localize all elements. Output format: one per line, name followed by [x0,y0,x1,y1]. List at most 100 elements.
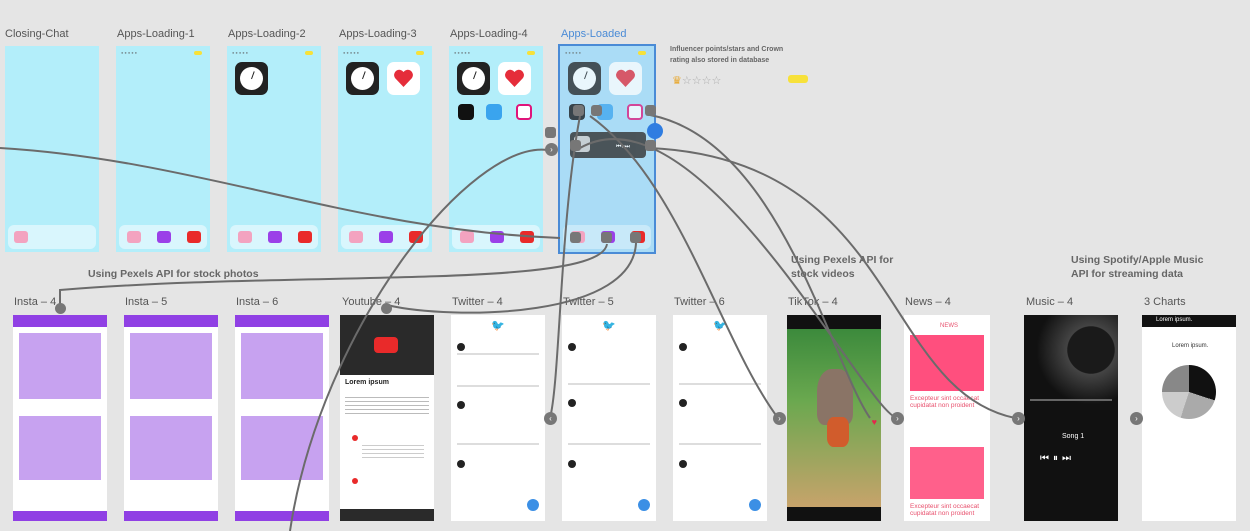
frame-news-4[interactable]: NEWS Excepteur sint occaecat cupidatat n… [904,315,990,521]
connection-handle[interactable] [381,303,392,314]
insta-tab-bar[interactable] [124,511,218,521]
post-image[interactable] [19,333,101,399]
youtube-icon[interactable] [409,231,423,243]
chat-app-icon[interactable] [127,231,141,243]
frame-twitter-6[interactable]: 🐦 [673,315,767,521]
progress-bar[interactable] [1030,399,1112,401]
frame-title-apps-loading-3[interactable]: Apps-Loading-3 [339,28,417,40]
frame-title-insta-6[interactable]: Insta – 6 [236,296,278,308]
news-headline[interactable]: Excepteur sint occaecat cupidatat non pr… [910,503,984,517]
clock-app-icon[interactable] [457,62,490,95]
connection-handle[interactable] [601,232,612,243]
clock-app-icon[interactable] [346,62,379,95]
connection-handle[interactable] [645,140,656,151]
connection-handle[interactable] [545,127,556,138]
frame-title-twitter-4[interactable]: Twitter – 4 [452,296,503,308]
youtube-icon[interactable] [298,231,312,243]
heart-app-icon[interactable] [609,62,642,95]
frame-title-insta-4[interactable]: Insta – 4 [14,296,56,308]
frame-title-apps-loading-2[interactable]: Apps-Loading-2 [228,28,306,40]
insta-tab-bar[interactable] [13,511,107,521]
news-icon[interactable] [627,104,643,120]
frame-youtube-4[interactable]: Lorem ipsum [340,315,434,521]
connection-arrow-icon[interactable]: › [891,412,904,425]
frame-insta-6[interactable] [235,315,329,521]
connection-handle[interactable] [570,140,581,151]
frame-twitter-4[interactable]: 🐦 [451,315,545,521]
connection-arrow-icon[interactable]: › [773,412,786,425]
connection-handle[interactable] [55,303,66,314]
frame-title-3-charts[interactable]: 3 Charts [1144,296,1186,308]
chat-app-icon[interactable] [238,231,252,243]
frame-insta-4[interactable] [13,315,107,521]
frame-music-4[interactable]: Song 1 ⏮⏸⏭ [1024,315,1118,521]
instagram-icon[interactable] [268,231,282,243]
playback-controls-icon[interactable]: ⏮⏸⏭ [1040,453,1075,464]
connection-arrow-icon[interactable]: ‹ [544,412,557,425]
frame-title-twitter-6[interactable]: Twitter – 6 [674,296,725,308]
news-headline[interactable]: Excepteur sint occaecat cupidatat non pr… [910,395,984,409]
video-description [345,397,429,415]
youtube-icon[interactable] [187,231,201,243]
clock-app-icon[interactable] [568,62,601,95]
music-widget[interactable]: ⏮⏸⏭ [570,132,646,158]
heart-app-icon[interactable] [498,62,531,95]
post-image[interactable] [241,333,323,399]
frame-title-news-4[interactable]: News – 4 [905,296,951,308]
chat-app-icon[interactable] [14,231,28,243]
youtube-icon[interactable] [520,231,534,243]
post-image[interactable] [241,416,323,480]
connection-handle[interactable] [591,105,602,116]
frame-apps-loading-2[interactable]: ●●●●● [227,46,321,252]
news-icon[interactable] [516,104,532,120]
compose-tweet-button[interactable] [638,499,650,511]
connection-arrow-icon[interactable]: › [545,143,558,156]
connection-handle[interactable] [630,232,641,243]
tiktok-icon[interactable] [458,104,474,120]
frame-apps-loading-4[interactable]: ●●●●● [449,46,543,252]
frame-3-charts[interactable]: Lorem ipsum. Lorem ipsum. [1142,315,1236,521]
frame-title-closing-chat[interactable]: Closing-Chat [5,28,69,40]
ostrich-video[interactable] [787,329,881,507]
frame-title-insta-5[interactable]: Insta – 5 [125,296,167,308]
frame-apps-loading-1[interactable]: ●●●●● [116,46,210,252]
connection-arrow-icon[interactable]: › [1130,412,1143,425]
video-player[interactable] [340,315,434,375]
connection-handle[interactable] [645,105,656,116]
chat-app-icon[interactable] [460,231,474,243]
frame-title-twitter-5[interactable]: Twitter – 5 [563,296,614,308]
frame-apps-loading-3[interactable]: ●●●●● [338,46,432,252]
connection-arrow-icon[interactable] [647,123,663,139]
frame-title-apps-loading-1[interactable]: Apps-Loading-1 [117,28,195,40]
connection-handle[interactable] [573,105,584,116]
heart-app-icon[interactable] [387,62,420,95]
clock-app-icon[interactable] [235,62,268,95]
frame-title-apps-loading-4[interactable]: Apps-Loading-4 [450,28,528,40]
instagram-icon[interactable] [379,231,393,243]
comment-input-bar[interactable] [340,509,434,521]
insta-tab-bar[interactable] [235,511,329,521]
frame-title-apps-loaded[interactable]: Apps-Loaded [561,28,626,40]
frame-insta-5[interactable] [124,315,218,521]
playback-controls-icon[interactable]: ⏮⏸⏭ [616,144,630,151]
compose-tweet-button[interactable] [527,499,539,511]
chat-app-icon[interactable] [349,231,363,243]
connection-arrow-icon[interactable]: › [1012,412,1025,425]
instagram-icon[interactable] [490,231,504,243]
frame-twitter-5[interactable]: 🐦 [562,315,656,521]
compose-tweet-button[interactable] [749,499,761,511]
news-image[interactable] [910,335,984,391]
twitter-icon[interactable] [486,104,502,120]
frame-closing-chat[interactable] [5,46,99,252]
like-heart-icon[interactable]: ♥ [872,417,877,427]
news-image[interactable] [910,447,984,499]
post-image[interactable] [130,416,212,480]
play-icon[interactable] [374,337,398,353]
frame-title-music-4[interactable]: Music – 4 [1026,296,1073,308]
post-image[interactable] [130,333,212,399]
connection-handle[interactable] [570,232,581,243]
post-image[interactable] [19,416,101,480]
instagram-icon[interactable] [157,231,171,243]
frame-tiktok-4[interactable]: ♥ [787,315,881,521]
frame-title-tiktok-4[interactable]: TikTok – 4 [788,296,838,308]
